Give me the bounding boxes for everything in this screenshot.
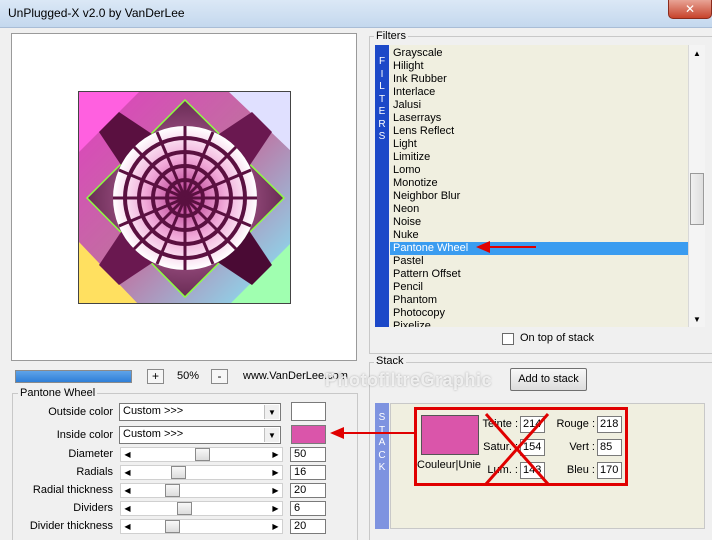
- red-arrow-filter: [476, 241, 536, 253]
- annotation-overlay: [330, 241, 550, 485]
- red-arrow-inside-color: [330, 427, 414, 439]
- cross-out-mark: [484, 413, 550, 485]
